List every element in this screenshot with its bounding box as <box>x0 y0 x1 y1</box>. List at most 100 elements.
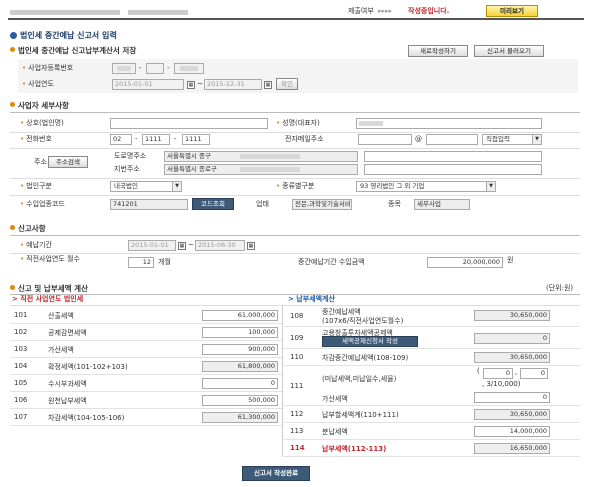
company-label: • 상호(법인명) <box>20 119 64 127</box>
r108-value[interactable]: 30,650,000 <box>474 310 550 321</box>
calendar-icon[interactable]: ▦ <box>264 81 272 89</box>
divider <box>10 148 580 149</box>
kind-label-text: 종류별구분 <box>282 182 315 190</box>
paren-open: ( <box>477 367 480 375</box>
row-no: 114 <box>290 444 305 452</box>
row-no: 108 <box>290 312 304 320</box>
biz-no-mask <box>180 66 198 71</box>
comma: , <box>515 368 518 376</box>
biz-no-mask <box>117 66 131 71</box>
preview-button[interactable]: 미리보기 <box>486 5 538 17</box>
chevron-down-icon: ▼ <box>172 182 181 191</box>
calendar-icon[interactable]: ▦ <box>178 242 186 250</box>
months-unit: 개월 <box>158 258 171 266</box>
row-value-input[interactable]: 61,000,000 <box>202 310 278 321</box>
email-domain-select[interactable]: 직접입력 ▼ <box>482 134 542 145</box>
biz-no-dash: - <box>167 64 170 72</box>
tab-placeholder[interactable] <box>128 10 188 15</box>
period-from-input[interactable]: 2015-01-01 <box>128 240 176 251</box>
row-label: 분납세액 <box>322 428 348 436</box>
preview-button-label: 미리보기 <box>500 7 524 15</box>
right-subtitle: > 납부세액계산 <box>288 295 335 303</box>
row-no: 110 <box>290 353 304 361</box>
ceo-input[interactable] <box>356 118 542 129</box>
rewrite-button-label: 새로작성하기 <box>420 47 456 55</box>
r112-value[interactable]: 30,650,000 <box>474 409 550 420</box>
row-value-input[interactable]: 100,000 <box>202 327 278 338</box>
submit-report-button-label: 신고서 작성완료 <box>253 469 299 477</box>
tab-placeholder[interactable] <box>10 10 120 15</box>
road-addr-detail[interactable] <box>364 151 542 162</box>
phone-label-text: 전화번호 <box>26 135 52 143</box>
row-label: 차감세액(104-105-106) <box>48 414 125 422</box>
year-from-input[interactable]: 2015-01-01 <box>112 79 184 90</box>
divider <box>10 112 580 113</box>
status-value: 작성중입니다. <box>408 7 450 15</box>
kind-select[interactable]: 93 영리법인 그 외 기업 ▼ <box>356 181 496 192</box>
row-label: 원천납부세액 <box>48 397 87 405</box>
tax-credit-form-button-label: 세액공제신청서 작성 <box>342 337 398 345</box>
item-label: 종목 <box>388 200 401 208</box>
year-to-input[interactable]: 2015-12-31 <box>204 79 262 90</box>
calendar-icon[interactable]: ▦ <box>187 81 195 89</box>
divider <box>10 235 580 236</box>
phone-mid-input[interactable]: 1111 <box>142 134 170 145</box>
row-no: 104 <box>14 362 28 370</box>
biz-no-part2[interactable] <box>146 63 164 74</box>
row-value-input[interactable]: 900,000 <box>202 344 278 355</box>
corp-type-select[interactable]: 내국법인 ▼ <box>110 181 182 192</box>
addr-search-button[interactable]: 주소검색 <box>48 156 88 168</box>
confirm-button[interactable]: 확인 <box>276 78 298 90</box>
row-label: 수시부과세액 <box>48 380 87 388</box>
divider <box>10 132 580 133</box>
row-label: 확정세액(101-102+103) <box>48 363 128 371</box>
email-label: 전자메일주소 <box>285 135 324 143</box>
r111-unpaid-tax[interactable]: 0 <box>483 368 513 379</box>
row-no: 111 <box>290 382 304 390</box>
calendar-icon[interactable]: ▦ <box>247 242 255 250</box>
row-label: 납부세액(112-113) <box>322 445 387 453</box>
lot-addr-detail[interactable] <box>364 164 542 175</box>
load-report-button[interactable]: 신고서 불러오기 <box>474 45 544 57</box>
code-input[interactable]: 741201 <box>110 199 188 210</box>
item-input[interactable]: 세무사업 <box>414 199 470 210</box>
company-input[interactable] <box>110 118 268 129</box>
divider <box>10 253 580 254</box>
email-id-input[interactable] <box>358 134 412 145</box>
code-search-button[interactable]: 코드조회 <box>192 198 234 210</box>
biz-type-input[interactable]: 전문,과학및기술서비 <box>292 199 352 210</box>
phone-dash: - <box>135 135 138 143</box>
biz-no-label-text: 사업자등록번호 <box>28 64 74 72</box>
r110-value[interactable]: 30,650,000 <box>474 352 550 363</box>
row-no: 105 <box>14 379 28 387</box>
left-subtitle: > 직전 사업연도 법인세 <box>12 295 84 303</box>
r109-value[interactable]: 0 <box>474 333 550 344</box>
email-domain-input[interactable] <box>426 134 478 145</box>
row-value-input[interactable]: 500,000 <box>202 395 278 406</box>
page-title-text: 법인세 중간예납 신고서 입력 <box>20 31 117 40</box>
row-value-input[interactable]: 61,300,000 <box>202 412 278 423</box>
load-report-button-label: 신고서 불러오기 <box>487 47 531 55</box>
row-label: 납부할세액계(110+111) <box>322 411 399 419</box>
r113-value[interactable]: 14,000,000 <box>474 426 550 437</box>
header-tab-bar: 제출여부 ▸▸▸▸ 작성중입니다. 미리보기 <box>8 4 584 20</box>
r111-unpaid-days[interactable]: 0 <box>520 368 548 379</box>
income-input[interactable]: 20,000,000 <box>427 257 503 268</box>
rate-text: , 3/10,000) <box>482 380 521 388</box>
phone-area-input[interactable]: 02 <box>110 134 132 145</box>
row-value-input[interactable]: 61,800,000 <box>202 361 278 372</box>
tax-credit-form-button[interactable]: 세액공제신청서 작성 <box>322 336 418 347</box>
rewrite-button[interactable]: 새로작성하기 <box>408 45 468 57</box>
period-to-input[interactable]: 2015-06-30 <box>195 240 245 251</box>
row-sublabel: (107x6/직전사업연도월수) <box>322 317 404 325</box>
months-input[interactable]: 12 <box>128 257 154 268</box>
submit-report-button[interactable]: 신고서 작성완료 <box>242 466 310 481</box>
phone-last-input[interactable]: 1111 <box>182 134 210 145</box>
r114-value[interactable]: 16,650,000 <box>474 443 550 454</box>
r111-value[interactable]: 0 <box>474 392 550 403</box>
confirm-button-label: 확인 <box>281 80 293 88</box>
row-no: 102 <box>14 328 28 336</box>
row-value-input[interactable]: 0 <box>202 378 278 389</box>
income-unit: 원 <box>507 256 514 264</box>
row-no: 113 <box>290 427 304 435</box>
